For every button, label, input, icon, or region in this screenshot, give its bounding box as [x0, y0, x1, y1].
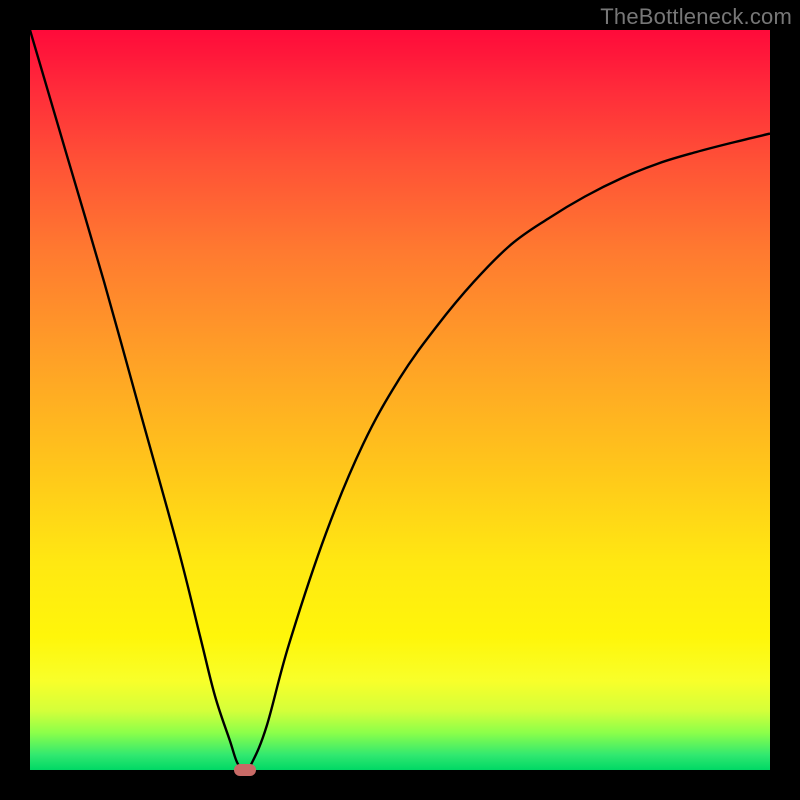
- watermark-text: TheBottleneck.com: [600, 4, 792, 30]
- curve-path: [30, 30, 770, 770]
- plot-area: [30, 30, 770, 770]
- min-marker: [234, 764, 256, 776]
- bottleneck-curve: [30, 30, 770, 770]
- chart-frame: TheBottleneck.com: [0, 0, 800, 800]
